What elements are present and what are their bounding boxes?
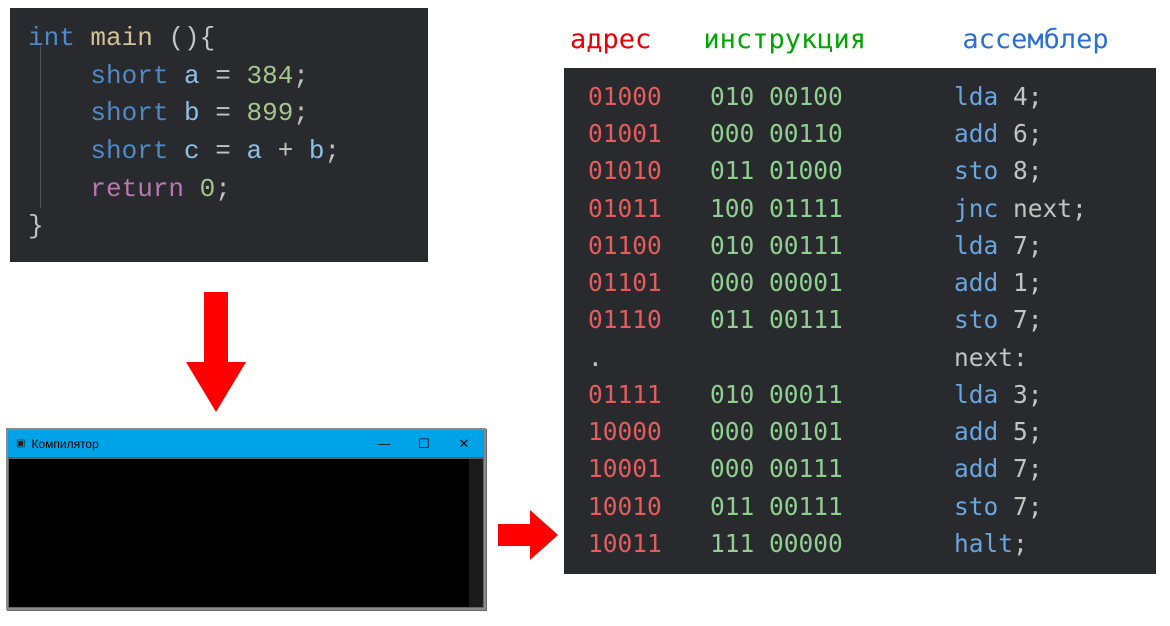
asm-operand: 7 bbox=[998, 227, 1028, 264]
terminal-body bbox=[8, 458, 484, 608]
asm-operand: 3 bbox=[998, 376, 1028, 413]
asm-mnemonic: sto bbox=[954, 488, 998, 525]
minimize-button[interactable]: — bbox=[364, 430, 404, 457]
assembly-listing: 01000010 00100lda 4;01001000 00110add 6;… bbox=[564, 68, 1156, 574]
asm-operand: 7 bbox=[998, 301, 1028, 338]
asm-instruction: 011 00111 bbox=[710, 488, 954, 525]
asm-row: 01011100 01111jnc next; bbox=[588, 190, 1138, 227]
asm-mnemonic: jnc bbox=[954, 190, 998, 227]
asm-address: . bbox=[588, 339, 710, 376]
asm-operand: 1 bbox=[998, 264, 1028, 301]
asm-operand: 8 bbox=[998, 152, 1028, 189]
asm-instruction: 011 00111 bbox=[710, 301, 954, 338]
asm-address: 10010 bbox=[588, 488, 710, 525]
asm-address: 01101 bbox=[588, 264, 710, 301]
source-line: short c = a + b; bbox=[28, 133, 410, 171]
asm-instruction: 010 00011 bbox=[710, 376, 954, 413]
asm-operand: 4 bbox=[998, 78, 1028, 115]
asm-instruction: 000 00101 bbox=[710, 413, 954, 450]
asm-instruction: 010 00100 bbox=[710, 78, 954, 115]
asm-label: next: bbox=[954, 339, 1028, 376]
asm-mnemonic: halt bbox=[954, 525, 1013, 562]
asm-operand: next bbox=[998, 190, 1072, 227]
window-controls: — ☐ ✕ bbox=[364, 430, 484, 457]
asm-mnemonic: add bbox=[954, 115, 998, 152]
asm-row: 01100010 00111lda 7; bbox=[588, 227, 1138, 264]
cmd-icon: ▣ bbox=[16, 438, 25, 449]
asm-address: 01111 bbox=[588, 376, 710, 413]
source-code-block: int main (){ short a = 384; short b = 89… bbox=[10, 8, 428, 262]
close-button[interactable]: ✕ bbox=[444, 430, 484, 457]
asm-row: 01010011 01000sto 8; bbox=[588, 152, 1138, 189]
asm-address: 10001 bbox=[588, 450, 710, 487]
asm-row: 01111010 00011lda 3; bbox=[588, 376, 1138, 413]
asm-operand: 7 bbox=[998, 450, 1028, 487]
header-assembler: ассемблер bbox=[962, 24, 1160, 55]
asm-address: 01100 bbox=[588, 227, 710, 264]
maximize-button[interactable]: ☐ bbox=[404, 430, 444, 457]
asm-row: 10010011 00111sto 7; bbox=[588, 488, 1138, 525]
arrow-right-icon bbox=[498, 510, 558, 560]
asm-mnemonic: sto bbox=[954, 301, 998, 338]
terminal-title: Компилятор bbox=[31, 437, 98, 451]
asm-address: 01011 bbox=[588, 190, 710, 227]
asm-instruction: 000 00110 bbox=[710, 115, 954, 152]
asm-row: 01000010 00100lda 4; bbox=[588, 78, 1138, 115]
asm-instruction: 000 00111 bbox=[710, 450, 954, 487]
source-line: short b = 899; bbox=[28, 95, 410, 133]
asm-row: 01101000 00001add 1; bbox=[588, 264, 1138, 301]
asm-instruction: 000 00001 bbox=[710, 264, 954, 301]
asm-address: 10011 bbox=[588, 525, 710, 562]
asm-operand: 7 bbox=[998, 488, 1028, 525]
source-line: int main (){ bbox=[28, 20, 410, 58]
source-line: } bbox=[28, 208, 410, 246]
asm-operand: 6 bbox=[998, 115, 1028, 152]
asm-row: . next: bbox=[588, 339, 1138, 376]
asm-mnemonic: lda bbox=[954, 78, 998, 115]
asm-row: 01001000 00110add 6; bbox=[588, 115, 1138, 152]
source-line: return 0; bbox=[28, 171, 410, 209]
asm-row: 10011111 00000halt; bbox=[588, 525, 1138, 562]
compiler-terminal-window: ▣ Компилятор — ☐ ✕ bbox=[6, 428, 486, 610]
asm-address: 01001 bbox=[588, 115, 710, 152]
asm-row: 01110011 00111sto 7; bbox=[588, 301, 1138, 338]
asm-mnemonic: lda bbox=[954, 227, 998, 264]
asm-mnemonic: add bbox=[954, 450, 998, 487]
asm-address: 01010 bbox=[588, 152, 710, 189]
titlebar-left: ▣ Компилятор bbox=[16, 437, 99, 451]
arrow-down-icon bbox=[186, 292, 246, 412]
asm-mnemonic: add bbox=[954, 264, 998, 301]
asm-instruction bbox=[710, 339, 954, 376]
source-lines: int main (){ short a = 384; short b = 89… bbox=[28, 20, 410, 246]
asm-operand: 5 bbox=[998, 413, 1028, 450]
asm-address: 10000 bbox=[588, 413, 710, 450]
asm-mnemonic: sto bbox=[954, 152, 998, 189]
terminal-titlebar: ▣ Компилятор — ☐ ✕ bbox=[8, 430, 484, 458]
asm-instruction: 111 00000 bbox=[710, 525, 954, 562]
asm-instruction: 011 01000 bbox=[710, 152, 954, 189]
asm-row: 10000000 00101add 5; bbox=[588, 413, 1138, 450]
asm-column-headers: адрес инструкция ассемблер bbox=[570, 24, 1160, 55]
asm-mnemonic: lda bbox=[954, 376, 998, 413]
source-line: short a = 384; bbox=[28, 58, 410, 96]
asm-address: 01000 bbox=[588, 78, 710, 115]
asm-mnemonic: add bbox=[954, 413, 998, 450]
asm-address: 01110 bbox=[588, 301, 710, 338]
asm-instruction: 010 00111 bbox=[710, 227, 954, 264]
asm-row: 10001000 00111add 7; bbox=[588, 450, 1138, 487]
asm-instruction: 100 01111 bbox=[710, 190, 954, 227]
header-address: адрес bbox=[570, 24, 703, 55]
header-instruction: инструкция bbox=[703, 24, 962, 55]
